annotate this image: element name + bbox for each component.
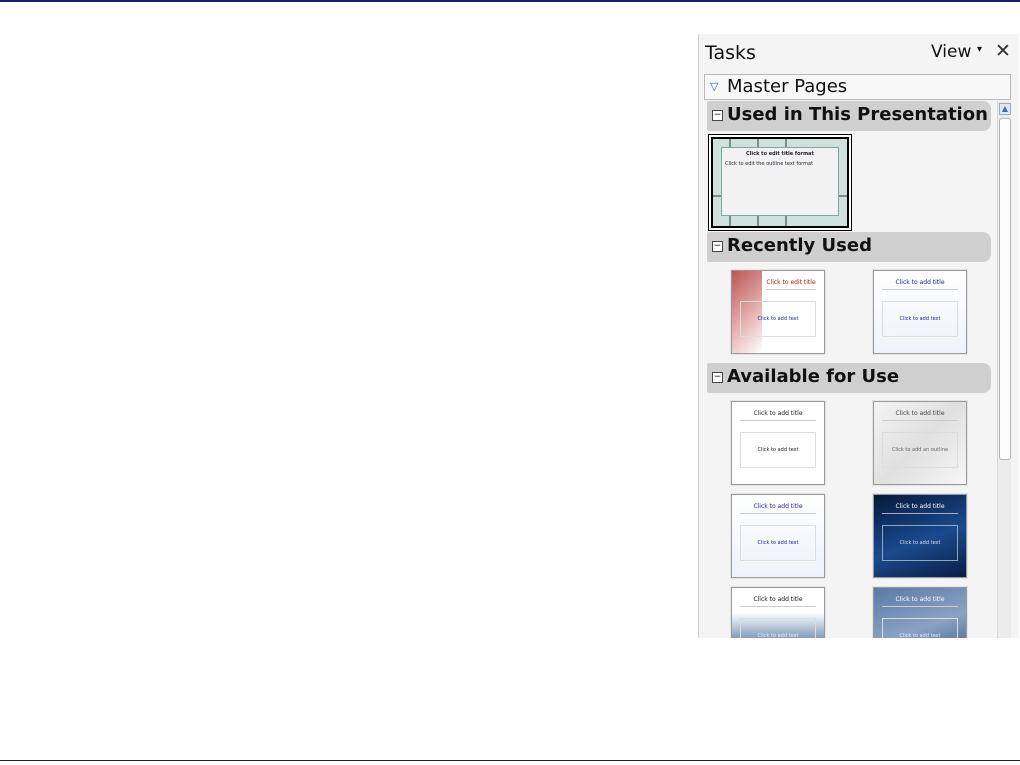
slide-title-text: Click to add title <box>882 501 958 514</box>
slide-title-text: Click to add title <box>882 408 958 421</box>
master-thumbnail[interactable]: Click to add title Click to add text <box>731 587 825 638</box>
slide-title-text: Click to add title <box>882 594 958 607</box>
master-thumbnail[interactable]: Click to add title Click to add text <box>873 587 967 638</box>
slide-preview: Click to edit title format Click to edit… <box>721 147 839 216</box>
master-thumbnail[interactable]: Click to add title Click to add text <box>873 494 967 578</box>
chevron-down-icon[interactable]: ▾ <box>977 44 982 55</box>
master-thumbnail[interactable]: Click to add title Click to add text <box>873 270 967 354</box>
section-available-for-use[interactable]: − Available for Use <box>707 363 991 393</box>
collapse-icon[interactable]: − <box>712 372 723 383</box>
master-thumbnail[interactable]: Click to add title Click to add text <box>731 494 825 578</box>
slide-body-text: Click to add an outline <box>882 432 958 468</box>
section-used-in-presentation[interactable]: − Used in This Presentation <box>707 101 991 131</box>
master-thumbnail[interactable]: Click to edit title Click to add text <box>731 270 825 354</box>
top-rule <box>0 0 1020 2</box>
slide-body-text: Click to edit the outline text format <box>725 161 814 167</box>
slide-body-text: Click to add text <box>882 301 958 337</box>
deck-title: Master Pages <box>727 76 848 97</box>
collapse-icon[interactable]: − <box>712 110 723 121</box>
panel-title: Tasks <box>705 42 756 64</box>
master-thumbnail[interactable]: Click to add title Click to add an outli… <box>873 401 967 485</box>
panel-title-bar: Tasks View ▾ ✕ <box>699 34 1019 70</box>
section-recently-used[interactable]: − Recently Used <box>707 232 991 262</box>
section-label: Available for Use <box>727 366 900 387</box>
slide-body-text: Click to add text <box>740 301 816 337</box>
master-thumbnail[interactable]: Click to edit title format Click to edit… <box>711 137 849 228</box>
master-pages-list: − Used in This Presentation Click to edi… <box>707 101 993 638</box>
slide-title-text: Click to add title <box>740 594 816 607</box>
slide-body-text: Click to add text <box>740 525 816 561</box>
slide-title-text: Click to edit title <box>766 277 816 290</box>
expand-triangle-icon[interactable]: ▽ <box>710 80 718 93</box>
slide-body-text: Click to add text <box>882 618 958 638</box>
tasks-panel: Tasks View ▾ ✕ ▽ Master Pages − Used in … <box>698 34 1019 638</box>
slide-body-text: Click to add text <box>740 432 816 468</box>
slide-title-text: Click to add title <box>740 408 816 421</box>
close-icon[interactable]: ✕ <box>995 40 1011 62</box>
slide-body-text: Click to add text <box>740 618 816 638</box>
collapse-icon[interactable]: − <box>712 241 723 252</box>
master-thumbnail[interactable]: Click to add title Click to add text <box>731 401 825 485</box>
slide-title-text: Click to edit title format <box>746 151 814 157</box>
slide-body-text: Click to add text <box>882 525 958 561</box>
vertical-scrollbar[interactable]: ▲ <box>997 101 1011 638</box>
slide-title-text: Click to add title <box>740 501 816 514</box>
view-menu-button[interactable]: View <box>931 42 971 62</box>
master-pages-deck-header[interactable]: ▽ Master Pages <box>704 74 1011 100</box>
scroll-up-arrow-icon[interactable]: ▲ <box>999 103 1011 115</box>
section-label: Recently Used <box>727 235 872 256</box>
section-label: Used in This Presentation <box>727 104 988 125</box>
slide-title-text: Click to add title <box>882 277 958 290</box>
scrollbar-thumb[interactable] <box>999 118 1011 460</box>
bottom-rule <box>0 760 1020 761</box>
